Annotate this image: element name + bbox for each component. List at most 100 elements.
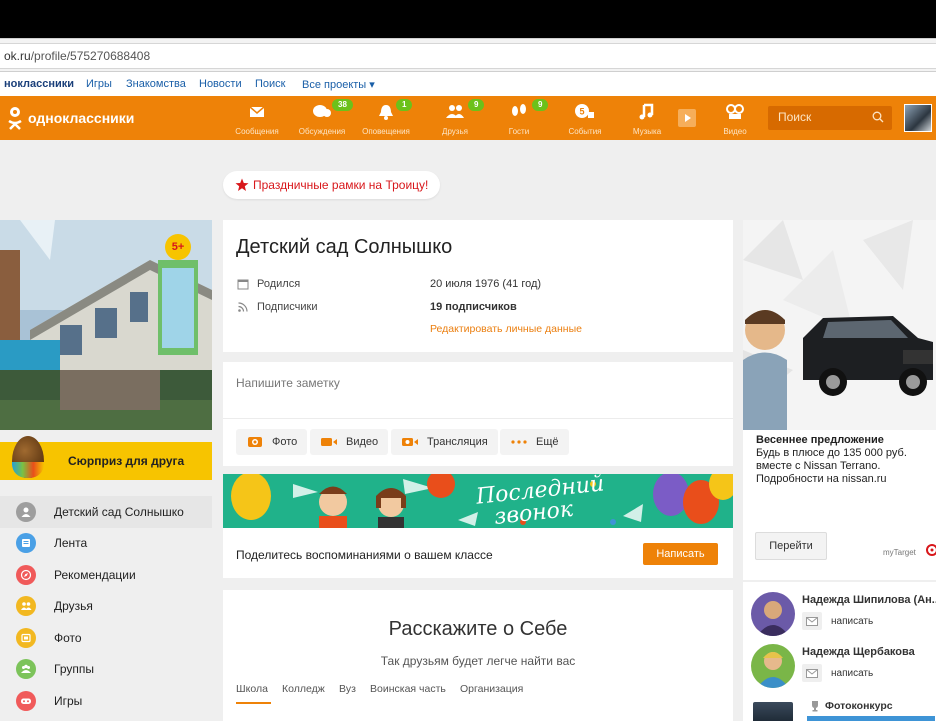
mytarget-logo-icon — [926, 544, 936, 556]
nav-music[interactable]: Музыка — [622, 96, 672, 140]
feed-icon — [16, 533, 36, 554]
write-message-link[interactable]: написать — [831, 616, 873, 627]
footprints-icon — [512, 104, 526, 116]
write-button[interactable]: Написать — [643, 543, 718, 565]
portal-bar: ноклассники Игры Знакомства Новости Поис… — [0, 72, 936, 96]
speech-bubbles-icon — [313, 105, 331, 117]
envelope-icon[interactable] — [802, 664, 822, 682]
nav-video[interactable]: Видео — [710, 96, 760, 140]
menu-item-friends[interactable]: Друзья — [0, 591, 212, 623]
photocontest-thumbnail[interactable] — [753, 702, 793, 721]
surprise-for-friend-banner[interactable]: Сюрприз для друга — [0, 436, 212, 480]
header-avatar[interactable] — [904, 104, 932, 132]
logo-text: одноклассники — [28, 110, 135, 126]
ad-line-1: Будь в плюсе до 135 000 руб. — [756, 447, 907, 459]
subscribers-count[interactable]: 19 подписчиков — [430, 301, 517, 313]
active-tab-indicator — [236, 702, 271, 704]
ad-line-3: Подробности на nissan.ru — [756, 473, 887, 485]
bell-icon — [379, 105, 393, 120]
add-photo-label: Фото — [272, 436, 298, 448]
age-rating-badge: 5+ — [165, 234, 191, 260]
envelope-icon[interactable] — [802, 612, 822, 630]
music-note-icon — [639, 103, 654, 120]
nav-notifications[interactable]: 1 Оповещения — [358, 96, 414, 140]
more-options-button[interactable]: Ещё — [500, 429, 569, 455]
nav-messages-label: Сообщения — [235, 127, 279, 136]
about-subtitle: Так друзьям будет легче найти вас — [380, 654, 576, 668]
music-play-button[interactable] — [675, 96, 699, 140]
add-video-button[interactable]: Видео — [310, 429, 389, 455]
tab-university[interactable]: Вуз — [339, 683, 356, 695]
menu-item-recommendations[interactable]: Рекомендации — [0, 559, 212, 591]
tab-school[interactable]: Школа — [236, 683, 268, 695]
broadcast-icon — [401, 436, 419, 448]
add-video-label: Видео — [346, 436, 379, 448]
guests-badge: 9 — [532, 99, 549, 111]
portal-link-dating[interactable]: Знакомства — [126, 78, 186, 90]
ad-go-button[interactable]: Перейти — [755, 532, 827, 560]
add-broadcast-button[interactable]: Трансляция — [391, 429, 498, 455]
subscribers-label: Подписчики — [257, 301, 318, 313]
tab-organization[interactable]: Организация — [460, 683, 523, 695]
nav-friends[interactable]: 9 Друзья — [430, 96, 485, 140]
nav-discussions-label: Обсуждения — [298, 127, 346, 136]
nav-guests[interactable]: 9 Гости — [494, 96, 549, 140]
portal-link-news[interactable]: Новости — [199, 78, 242, 90]
groups-icon — [16, 659, 36, 680]
surprise-text: Сюрприз для друга — [68, 454, 185, 468]
profile-photo[interactable]: 5+ — [0, 220, 212, 430]
nav-discussions[interactable]: 38 Обсуждения — [294, 96, 353, 140]
menu-item-games[interactable]: Игры — [0, 685, 212, 717]
note-input[interactable] — [236, 376, 716, 390]
photocontest-label[interactable]: Фотоконкурс — [825, 700, 893, 712]
tab-college[interactable]: Колледж — [282, 683, 325, 695]
menu-item-profile[interactable]: Детский сад Солнышко — [0, 496, 212, 528]
friend-avatar[interactable] — [751, 644, 795, 688]
portal-link-games[interactable]: Игры — [86, 78, 112, 90]
address-field[interactable]: ok.ru/profile/575270688408 — [0, 43, 936, 69]
friend-item: Надежда Щербакова написать — [751, 644, 936, 694]
friend-name[interactable]: Надежда Шипилова (Ан... — [802, 594, 936, 606]
friend-avatar[interactable] — [751, 592, 795, 636]
tab-military[interactable]: Воинская часть — [370, 683, 446, 695]
edit-profile-link[interactable]: Редактировать личные данные — [430, 323, 582, 335]
menu-item-feed[interactable]: Лента — [0, 528, 212, 560]
friend-name[interactable]: Надежда Щербакова — [802, 646, 915, 658]
about-title: Расскажите о Себе — [388, 618, 568, 640]
compass-icon — [16, 564, 36, 585]
portal-link-all-projects[interactable]: Все проекты ▾ — [302, 78, 375, 91]
add-photo-button[interactable]: Фото — [236, 429, 308, 455]
portal-link-ok[interactable]: ноклассники — [4, 78, 74, 90]
nav-friends-label: Друзья — [442, 127, 468, 136]
nav-video-label: Видео — [723, 127, 747, 136]
nav-messages[interactable]: Сообщения — [232, 96, 282, 140]
envelope-icon — [249, 106, 265, 117]
menu-item-photo[interactable]: Фото — [0, 622, 212, 654]
ad-image[interactable] — [743, 220, 936, 430]
divider — [223, 418, 733, 419]
ad-brand-label[interactable]: myTarget — [883, 548, 916, 557]
ad-line-2: вместе с Nissan Terrano. — [756, 460, 881, 472]
friends-online-card: Надежда Шипилова (Ан... написать Надежда… — [743, 582, 936, 721]
notifications-badge: 1 — [396, 99, 413, 111]
nav-events[interactable]: 5 События — [560, 96, 610, 140]
write-message-link[interactable]: написать — [831, 668, 873, 679]
nav-music-label: Музыка — [632, 127, 662, 136]
photocontest-bar — [807, 716, 935, 721]
portal-link-search[interactable]: Поиск — [255, 78, 285, 90]
ad-title: Весеннее предложение — [756, 434, 884, 446]
menu-item-label: Детский сад Солнышко — [54, 504, 184, 519]
menu-item-label: Лента — [54, 536, 88, 551]
holiday-frames-banner[interactable]: Праздничные рамки на Троицу! — [223, 171, 441, 199]
events-count: 5 — [579, 107, 584, 117]
photo-icon — [16, 627, 36, 648]
share-memories-text: Поделитесь воспоминаниями о вашем классе — [236, 548, 493, 562]
search-input[interactable] — [768, 106, 868, 128]
search-icon[interactable] — [872, 111, 884, 123]
ok-logo-icon — [8, 107, 22, 130]
camera-icon — [246, 436, 264, 448]
menu-item-groups[interactable]: Группы — [0, 654, 212, 686]
last-bell-card: Последний звонок Поделитесь воспоминаниям… — [223, 474, 733, 578]
last-bell-banner-image[interactable]: Последний звонок — [223, 474, 733, 528]
logo[interactable]: одноклассники — [8, 107, 135, 130]
